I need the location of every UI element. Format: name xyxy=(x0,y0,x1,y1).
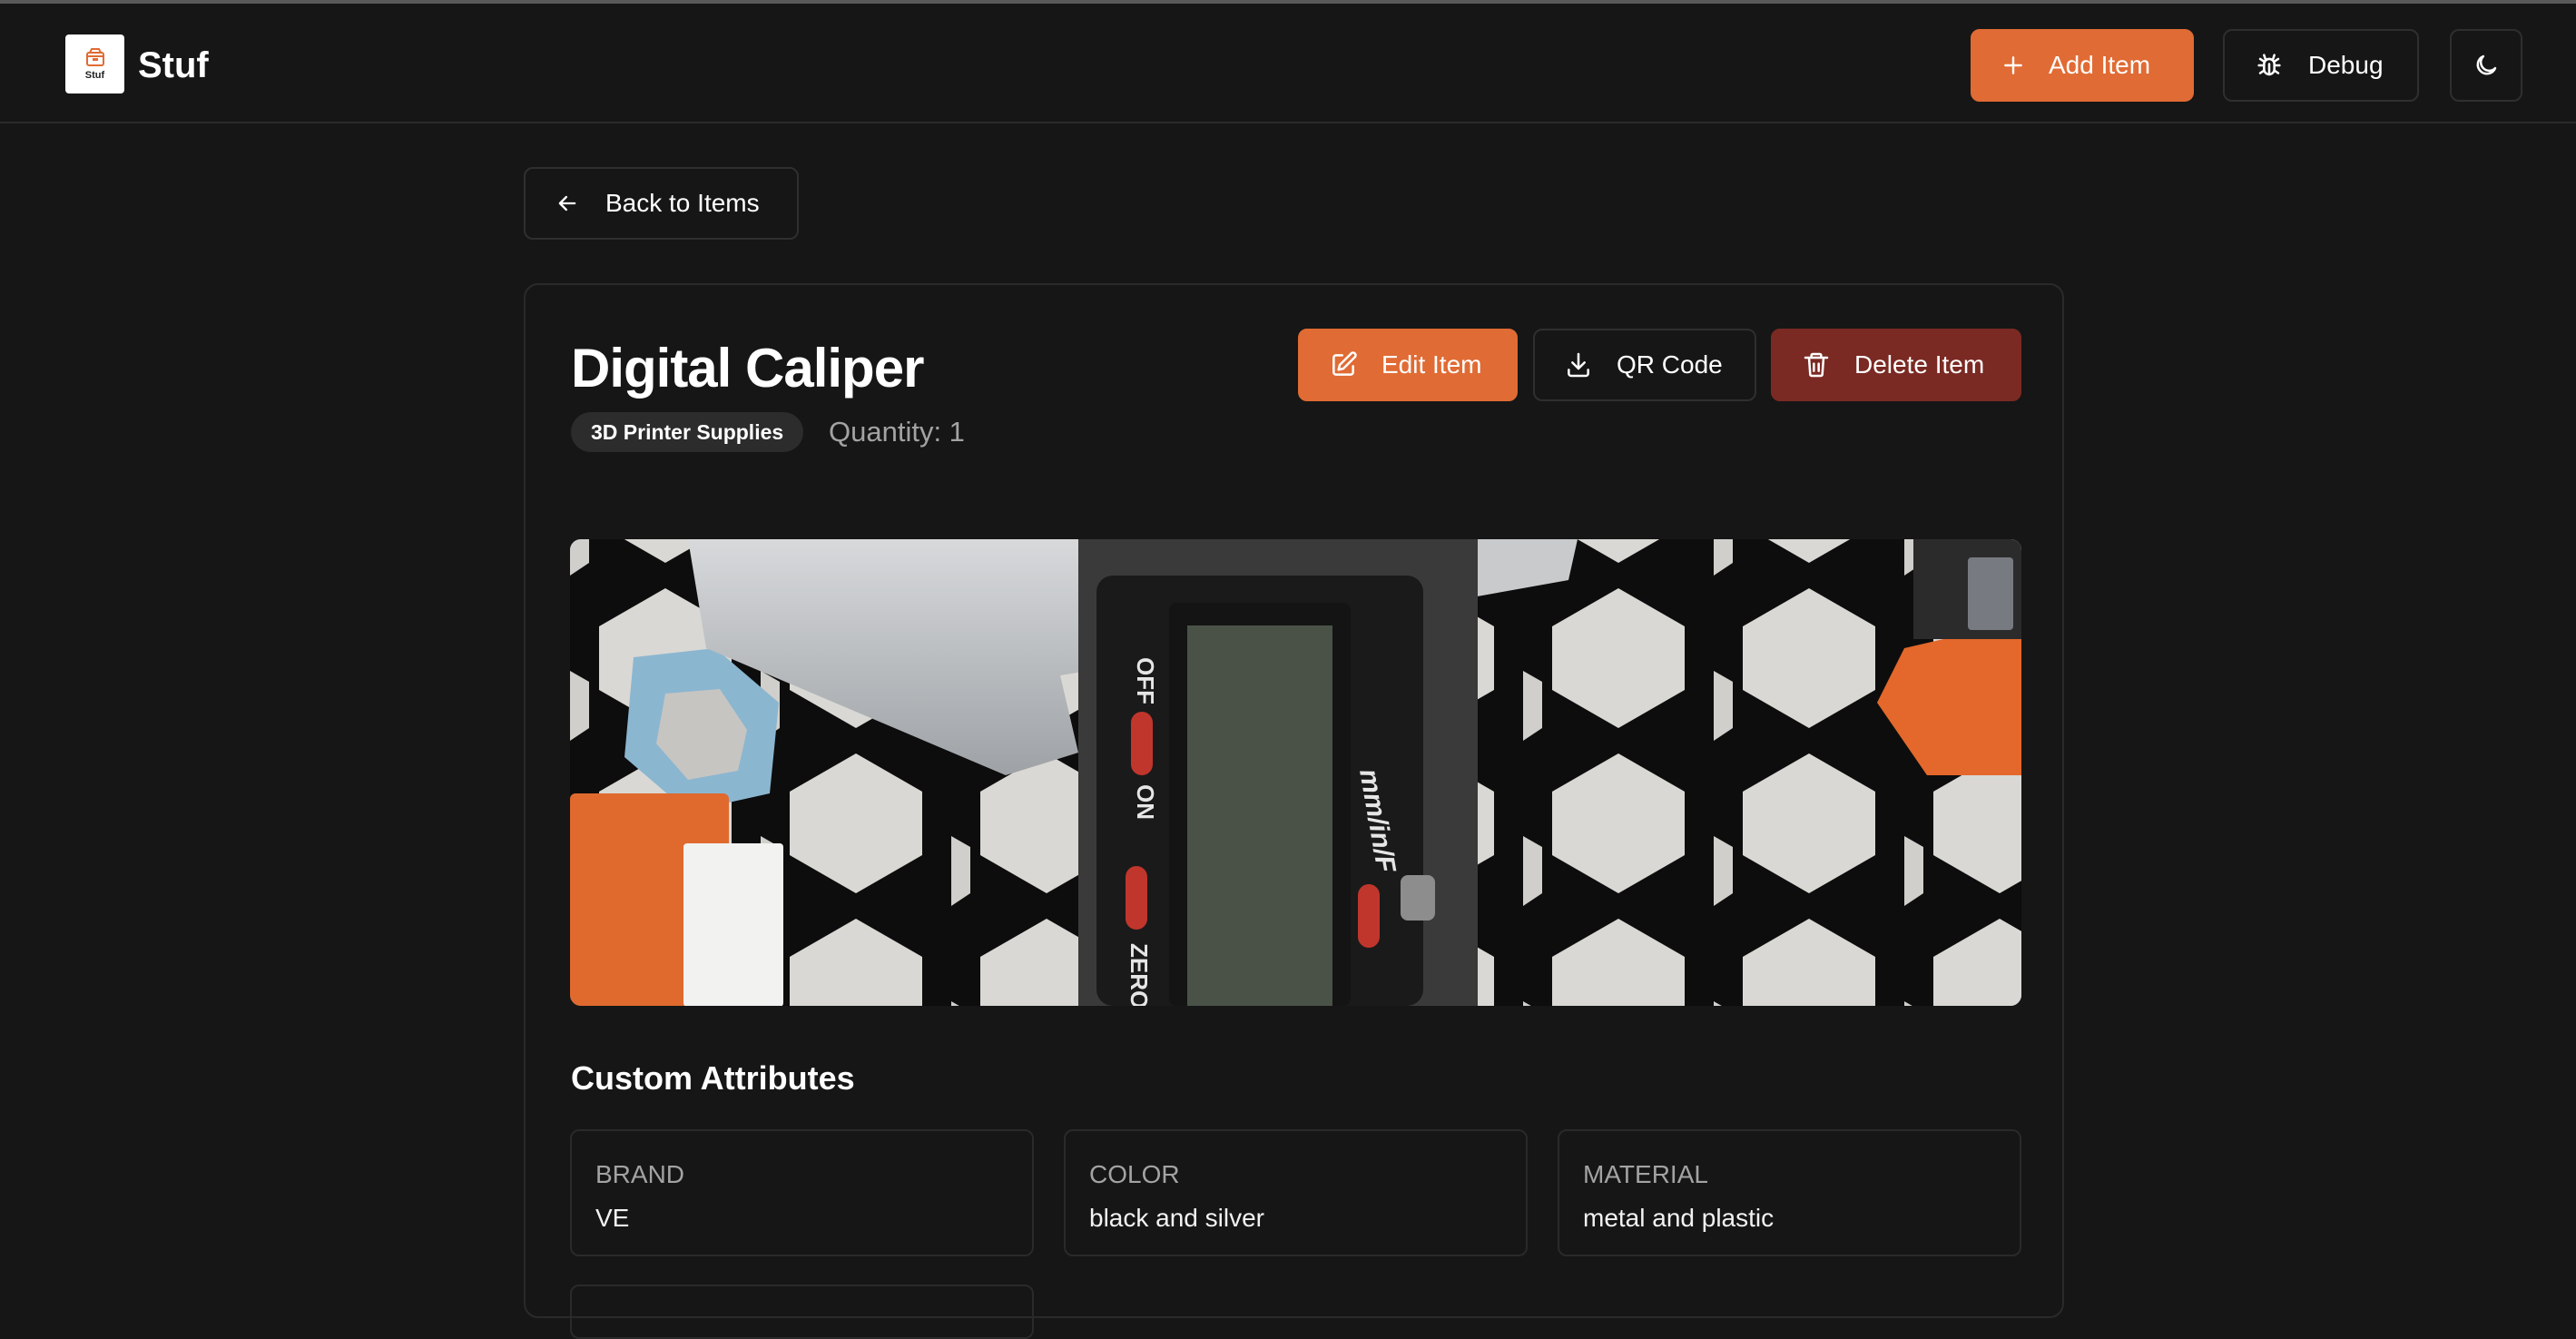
box-logo-icon xyxy=(85,48,104,66)
moon-icon xyxy=(2476,54,2497,75)
back-to-items-button[interactable]: Back to Items xyxy=(524,167,799,240)
quantity-text: Quantity: 1 xyxy=(829,416,965,448)
edit-item-button[interactable]: Edit Item xyxy=(1298,329,1518,401)
attribute-value: black and silver xyxy=(1089,1204,1264,1232)
download-icon xyxy=(1568,352,1589,378)
attribute-key: COLOR xyxy=(1089,1160,1180,1188)
edit-icon xyxy=(1332,351,1357,376)
attribute-key: BRAND xyxy=(595,1160,685,1188)
attribute-card-brand: BRAND VE xyxy=(570,1129,1034,1256)
attribute-card-color: COLOR black and silver xyxy=(1064,1129,1528,1256)
item-photo: OFF ON ZERO mm/in/F xyxy=(570,539,2021,1006)
attribute-value: VE xyxy=(595,1204,630,1232)
attribute-value: metal and plastic xyxy=(1583,1204,1775,1232)
app-header: Stuf Stuf Add Item Debug xyxy=(0,4,2576,123)
attribute-key: MATERIAL xyxy=(1583,1160,1708,1188)
svg-text:OFF: OFF xyxy=(1132,657,1159,704)
plus-icon xyxy=(2004,56,2022,74)
logo-text: Stuf xyxy=(84,70,105,81)
qr-code-label: QR Code xyxy=(1617,350,1723,379)
back-label: Back to Items xyxy=(605,189,760,217)
bug-icon xyxy=(2257,54,2281,76)
caliper-photo-illustration: OFF ON ZERO mm/in/F xyxy=(570,539,2021,1006)
attribute-card-material: MATERIAL metal and plastic xyxy=(1558,1129,2021,1256)
add-item-button[interactable]: Add Item xyxy=(1971,29,2194,102)
add-item-label: Add Item xyxy=(2049,51,2151,79)
item-title: Digital Caliper xyxy=(571,338,924,399)
item-detail-card: Digital Caliper 3D Printer Supplies Quan… xyxy=(524,283,2064,1339)
edit-item-label: Edit Item xyxy=(1381,350,1482,379)
debug-button[interactable]: Debug xyxy=(2223,29,2419,102)
custom-attributes-title: Custom Attributes xyxy=(571,1059,855,1097)
delete-item-button[interactable]: Delete Item xyxy=(1771,329,2021,401)
qr-code-download-button[interactable]: QR Code xyxy=(1533,329,1756,401)
trash-icon xyxy=(1804,352,1829,378)
theme-toggle-button[interactable] xyxy=(2450,29,2522,102)
attribute-card-partial xyxy=(570,1285,1034,1339)
category-badge[interactable]: 3D Printer Supplies xyxy=(571,412,804,452)
app-name[interactable]: Stuf xyxy=(138,40,209,91)
delete-item-label: Delete Item xyxy=(1854,350,1985,379)
app-logo[interactable]: Stuf xyxy=(65,34,124,94)
debug-label: Debug xyxy=(2308,51,2384,79)
arrow-left-icon xyxy=(558,195,576,212)
svg-text:ON: ON xyxy=(1132,784,1159,820)
svg-text:ZERO: ZERO xyxy=(1126,943,1153,1006)
